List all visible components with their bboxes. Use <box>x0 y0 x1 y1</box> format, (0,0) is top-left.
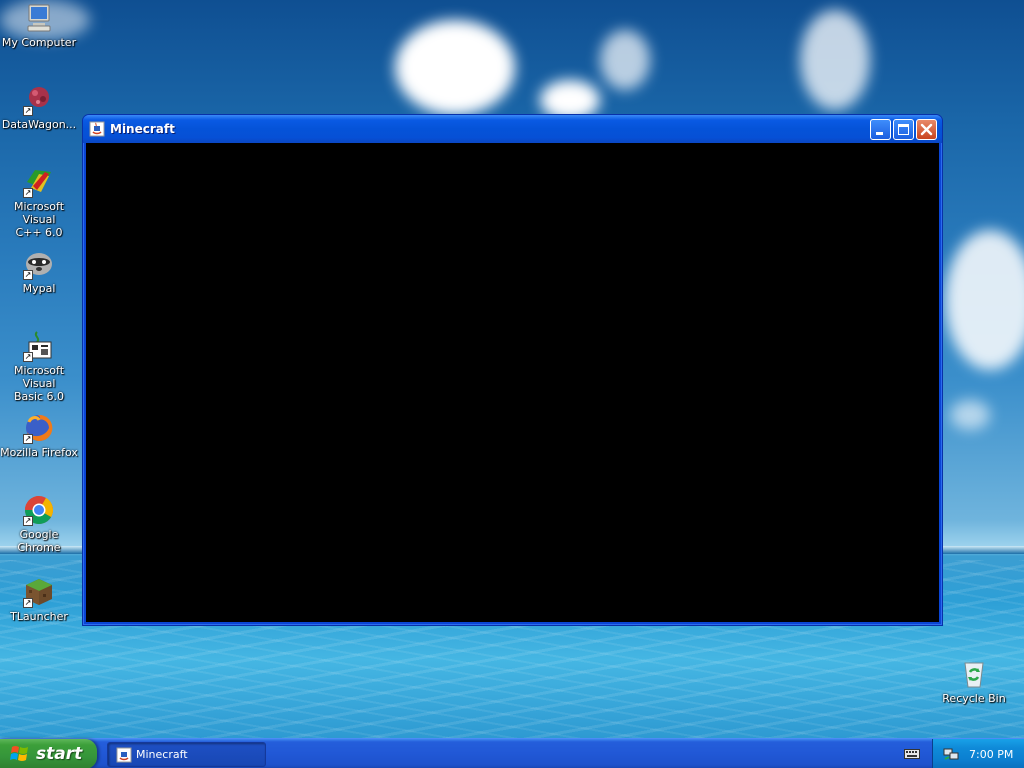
minecraft-window[interactable]: Minecraft <box>82 114 943 626</box>
shortcut-arrow-icon: ↗ <box>23 598 33 608</box>
my-computer-icon <box>23 2 55 34</box>
desktop-icon-label: Microsoft Visual Basic 6.0 <box>13 364 65 403</box>
mypal-icon: ↗ <box>23 248 55 280</box>
desktop-icon-label: Recycle Bin <box>942 692 1006 705</box>
windows-logo-icon <box>10 746 28 761</box>
cloud-shape <box>600 30 650 90</box>
shortcut-arrow-icon: ↗ <box>23 516 33 526</box>
desktop-icon-visual-basic[interactable]: ↗ Microsoft Visual Basic 6.0 <box>0 330 79 403</box>
close-button[interactable] <box>916 119 937 140</box>
desktop-icon-label: Microsoft Visual C++ 6.0 <box>13 200 65 239</box>
cloud-shape <box>800 10 870 110</box>
desktop-icon-chrome[interactable]: ↗ Google Chrome <box>0 494 79 554</box>
shortcut-arrow-icon: ↗ <box>23 352 33 362</box>
taskbar: start Minecraft 7:00 PM <box>0 738 1024 768</box>
cloud-shape <box>945 230 1024 370</box>
window-controls <box>870 119 937 140</box>
minimize-icon <box>876 132 883 135</box>
desktop-icon-label: My Computer <box>1 36 77 49</box>
system-tray: 7:00 PM <box>932 739 1024 768</box>
taskbar-button-label: Minecraft <box>136 748 188 761</box>
clock[interactable]: 7:00 PM <box>969 748 1013 761</box>
cloud-shape <box>395 20 515 115</box>
shortcut-arrow-icon: ↗ <box>23 106 33 116</box>
desktop-icon-label: Mozilla Firefox <box>0 446 78 459</box>
chrome-icon: ↗ <box>23 494 55 526</box>
desktop-icon-recycle-bin[interactable]: Recycle Bin <box>934 658 1014 705</box>
maximize-icon <box>898 124 909 135</box>
java-icon <box>116 747 132 762</box>
shortcut-arrow-icon: ↗ <box>23 434 33 444</box>
desktop-icon-tlauncher[interactable]: ↗ TLauncher <box>0 576 79 623</box>
desktop-icon-label: Google Chrome <box>17 528 61 554</box>
cloud-shape <box>950 400 990 430</box>
desktop-icon-mypal[interactable]: ↗ Mypal <box>0 248 79 295</box>
firefox-icon: ↗ <box>23 412 55 444</box>
taskbar-button-minecraft[interactable]: Minecraft <box>107 742 266 767</box>
recycle-bin-icon <box>958 658 990 690</box>
tlauncher-icon: ↗ <box>23 576 55 608</box>
game-canvas[interactable] <box>86 143 939 622</box>
shortcut-arrow-icon: ↗ <box>23 188 33 198</box>
visual-basic-icon: ↗ <box>23 330 55 362</box>
start-label: start <box>36 744 83 764</box>
desktop-icon-my-computer[interactable]: My Computer <box>0 2 79 49</box>
java-icon <box>89 121 105 137</box>
maximize-button[interactable] <box>893 119 914 140</box>
window-titlebar[interactable]: Minecraft <box>83 115 942 143</box>
visual-cpp-icon: ↗ <box>23 166 55 198</box>
desktop-icon-visual-cpp[interactable]: ↗ Microsoft Visual C++ 6.0 <box>0 166 79 239</box>
desktop-icon-datawagon[interactable]: ↗ DataWagon... <box>0 84 79 131</box>
desktop-icon-firefox[interactable]: ↗ Mozilla Firefox <box>0 412 79 459</box>
start-button[interactable]: start <box>0 739 97 768</box>
keyboard-icon[interactable] <box>904 747 920 761</box>
shortcut-arrow-icon: ↗ <box>23 270 33 280</box>
minimize-button[interactable] <box>870 119 891 140</box>
close-icon <box>920 123 933 136</box>
desktop-icon-label: TLauncher <box>10 610 68 623</box>
window-title: Minecraft <box>110 122 175 136</box>
network-icon[interactable] <box>943 746 959 762</box>
desktop-icon-label: DataWagon... <box>1 118 77 131</box>
desktop-icon-label: Mypal <box>22 282 56 295</box>
datawagon-icon: ↗ <box>23 84 55 116</box>
